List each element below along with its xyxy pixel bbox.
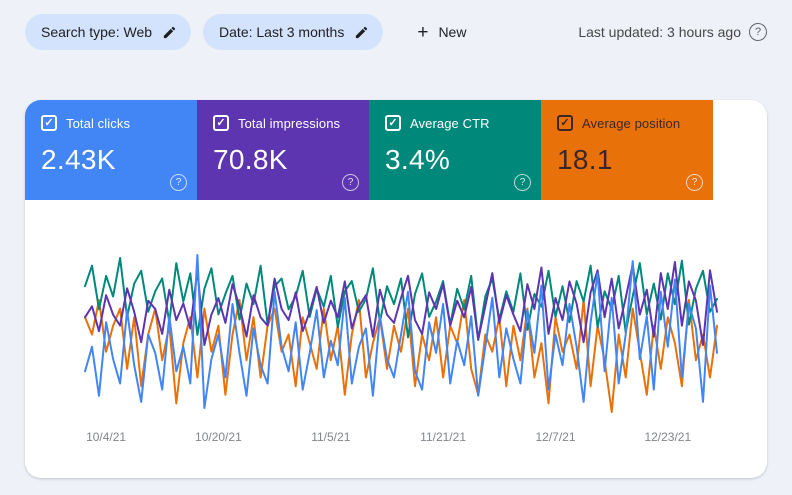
checkbox-checked-icon[interactable]: ✓ — [557, 115, 573, 131]
x-axis-label: 11/21/21 — [420, 430, 466, 444]
edit-pencil-icon[interactable] — [354, 25, 369, 40]
help-icon[interactable]: ? — [686, 174, 703, 191]
checkbox-checked-icon[interactable]: ✓ — [213, 115, 229, 131]
help-icon[interactable]: ? — [170, 174, 187, 191]
x-axis-label: 12/7/21 — [535, 430, 575, 444]
x-axis-label: 12/23/21 — [644, 430, 691, 444]
help-icon[interactable]: ? — [514, 174, 531, 191]
card-label: Average position — [582, 116, 680, 131]
x-axis-label: 10/20/21 — [195, 430, 242, 444]
card-label: Total clicks — [66, 116, 130, 131]
search-type-chip[interactable]: Search type: Web — [25, 14, 191, 50]
x-axis-label: 10/4/21 — [86, 430, 126, 444]
performance-chart-svg: 10/4/21 10/20/21 11/5/21 11/21/21 12/7/21 12/… — [25, 200, 767, 478]
total-impressions-card[interactable]: ✓ Total impressions 70.8K ? — [197, 100, 369, 200]
card-header: ✓ Average CTR — [385, 115, 531, 131]
total-clicks-value: 2.43K — [41, 144, 187, 176]
card-label: Average CTR — [410, 116, 490, 131]
checkbox-checked-icon[interactable]: ✓ — [41, 115, 57, 131]
x-axis-label: 11/5/21 — [311, 430, 350, 444]
new-filter-button[interactable]: + New — [409, 17, 474, 48]
card-header: ✓ Total clicks — [41, 115, 187, 131]
performance-panel: ✓ Total clicks 2.43K ? ✓ Total impressio… — [25, 100, 767, 478]
last-updated-text: Last updated: 3 hours ago — [578, 24, 741, 40]
average-position-value: 18.1 — [557, 144, 703, 176]
total-clicks-card[interactable]: ✓ Total clicks 2.43K ? — [25, 100, 197, 200]
last-updated-status: Last updated: 3 hours ago ? — [578, 23, 767, 41]
search-type-chip-label: Search type: Web — [41, 24, 152, 40]
average-position-card[interactable]: ✓ Average position 18.1 ? — [541, 100, 713, 200]
average-ctr-value: 3.4% — [385, 144, 531, 176]
average-ctr-card[interactable]: ✓ Average CTR 3.4% ? — [369, 100, 541, 200]
plus-icon: + — [417, 23, 428, 42]
new-filter-button-label: New — [438, 24, 466, 40]
metric-cards-row: ✓ Total clicks 2.43K ? ✓ Total impressio… — [25, 100, 767, 200]
help-icon[interactable]: ? — [342, 174, 359, 191]
card-header: ✓ Average position — [557, 115, 703, 131]
filter-toolbar: Search type: Web Date: Last 3 months + N… — [25, 14, 767, 50]
date-range-chip[interactable]: Date: Last 3 months — [203, 14, 383, 50]
edit-pencil-icon[interactable] — [162, 25, 177, 40]
date-range-chip-label: Date: Last 3 months — [219, 24, 344, 40]
checkbox-checked-icon[interactable]: ✓ — [385, 115, 401, 131]
help-icon[interactable]: ? — [749, 23, 767, 41]
card-label: Total impressions — [238, 116, 340, 131]
card-header: ✓ Total impressions — [213, 115, 359, 131]
performance-chart: 10/4/21 10/20/21 11/5/21 11/21/21 12/7/21 12/… — [25, 200, 767, 478]
total-impressions-value: 70.8K — [213, 144, 359, 176]
